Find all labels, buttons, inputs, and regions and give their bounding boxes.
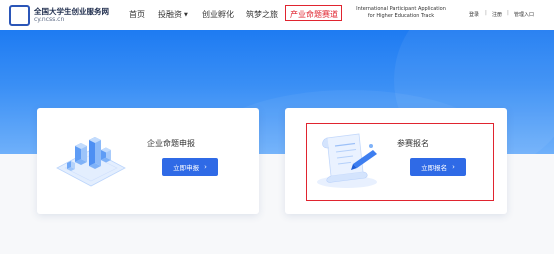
registration-highlight-annotation <box>306 123 494 201</box>
nav-home[interactable]: 首页 <box>129 9 145 20</box>
enterprise-proposal-card: 企业命题申报 立即申报 › <box>37 108 259 214</box>
intl-line-2: for Higher Education Track <box>367 13 435 19</box>
button-label: 立即申报 <box>173 164 200 172</box>
intl-application-link[interactable]: International Participant Application fo… <box>349 6 453 20</box>
site-domain: cy.ncss.cn <box>34 16 65 23</box>
chevron-right-icon: › <box>204 163 207 171</box>
nav-dream-journey[interactable]: 筑梦之旅 <box>246 9 278 20</box>
nav-investment[interactable]: 投融资 ▼ <box>158 9 188 20</box>
nav-incubation[interactable]: 创业孵化 <box>202 9 234 20</box>
chevron-down-icon: ▼ <box>184 12 188 18</box>
top-header: 全国大学生创业服务网 cy.ncss.cn 首页 投融资 ▼ 创业孵化 筑梦之旅 … <box>0 0 554 30</box>
submit-proposal-button[interactable]: 立即申报 › <box>162 158 218 176</box>
site-logo-icon[interactable] <box>9 5 30 26</box>
nav-industry-track[interactable]: 产业命题赛道 <box>290 9 338 20</box>
intl-line-1: International Participant Application <box>356 6 446 12</box>
header-separator: | <box>485 10 487 16</box>
admin-entry-link[interactable]: 管理入口 <box>514 11 534 18</box>
register-link[interactable]: 注册 <box>492 11 502 18</box>
nav-investment-label: 投融资 <box>158 10 182 19</box>
header-separator: | <box>507 10 509 16</box>
isometric-city-icon <box>56 137 126 187</box>
card-title: 企业命题申报 <box>147 139 195 148</box>
login-link[interactable]: 登录 <box>469 11 479 18</box>
